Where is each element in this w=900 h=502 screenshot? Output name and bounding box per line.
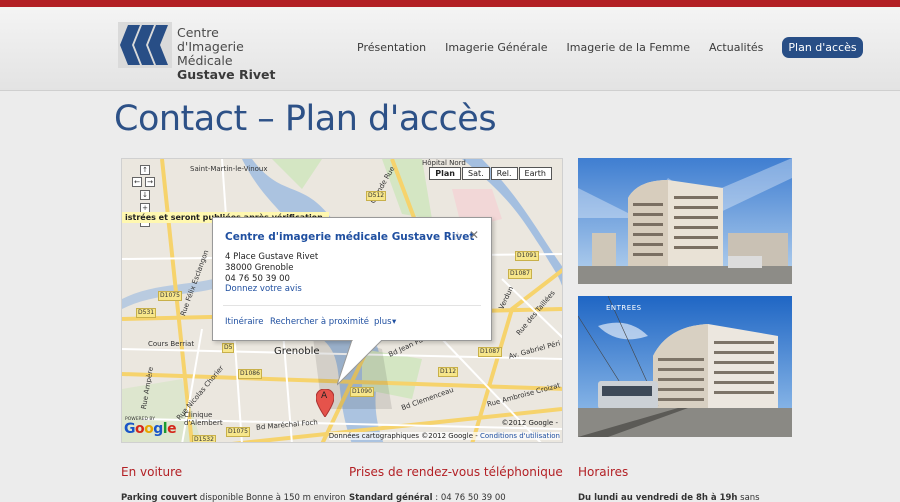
info-divider xyxy=(223,305,481,306)
nav-item-plan-acces[interactable]: Plan d'accès xyxy=(782,37,863,58)
section-title-car: En voiture xyxy=(121,465,183,479)
ccc-logo-icon xyxy=(118,22,172,68)
map-label-cours-berriat: Cours Berriat xyxy=(148,340,195,348)
google-logo[interactable]: Google xyxy=(124,421,177,437)
data-credit-text: Données cartographiques ©2012 Google - xyxy=(328,432,478,440)
road-tag: D112 xyxy=(438,367,459,377)
top-accent-bar xyxy=(0,0,900,7)
section-title-phone: Prises de rendez-vous téléphonique xyxy=(349,465,563,479)
logo-line-imagerie: d'Imagerie Médicale xyxy=(177,39,244,68)
pan-down-icon[interactable]: ↓ xyxy=(140,190,150,200)
map-label-saint-martin: Saint-Martin-le-Vinoux xyxy=(190,165,268,173)
section-text-phone: Standard général : 04 76 50 39 00 xyxy=(349,492,574,502)
building-image-1 xyxy=(578,158,792,284)
phone-text: : 04 76 50 39 00 xyxy=(432,493,506,502)
map-type-earth[interactable]: Earth xyxy=(518,167,552,180)
pan-up-icon[interactable]: ↑ xyxy=(140,165,150,175)
photo-caption-entrees: ENTREES xyxy=(606,304,642,312)
road-tag: D1075 xyxy=(226,427,250,437)
section-text-hours: Du lundi au vendredi de 8h à 19h sans xyxy=(578,492,792,502)
road-tag: D1087 xyxy=(478,347,502,357)
info-address-line2: 38000 Grenoble xyxy=(225,263,294,273)
road-tag: D1091 xyxy=(515,251,539,261)
site-logo[interactable]: Centre d'Imagerie Médicale Gustave Rivet xyxy=(118,22,303,82)
directions-link[interactable]: Itinéraire xyxy=(225,317,263,327)
map-type-control: Plan Sat. Rel. Earth xyxy=(428,167,552,180)
logo-text: Centre d'Imagerie Médicale Gustave Rivet xyxy=(177,26,303,82)
page-title: Contact – Plan d'accès xyxy=(114,99,497,139)
info-column-phone: Prises de rendez-vous téléphonique Stand… xyxy=(349,465,574,502)
pan-left-icon[interactable]: ← xyxy=(132,177,142,187)
pan-right-icon[interactable]: → xyxy=(145,177,155,187)
road-tag: D1532 xyxy=(192,435,216,443)
section-title-hours: Horaires xyxy=(578,465,629,479)
map-info-window: Centre d'imagerie médicale Gustave Rivet… xyxy=(212,217,492,341)
car-bold-text: Parking couvert xyxy=(121,493,198,502)
nav-item-presentation[interactable]: Présentation xyxy=(357,41,426,54)
search-nearby-link[interactable]: Rechercher à proximité xyxy=(270,317,369,327)
road-tag: D1086 xyxy=(238,369,262,379)
info-phone: 04 76 50 39 00 xyxy=(225,274,290,284)
car-text: disponible Bonne à 150 m environ xyxy=(197,493,346,502)
building-photo-1 xyxy=(578,158,792,284)
map-type-rel[interactable]: Rel. xyxy=(490,167,518,180)
terms-link[interactable]: Conditions d'utilisation xyxy=(480,432,560,440)
section-text-car: Parking couvert disponible Bonne à 150 m… xyxy=(121,492,346,502)
road-tag: D1087 xyxy=(508,269,532,279)
map-label-hopital: Hôpital Nord xyxy=(422,159,466,167)
logo-line-name: Gustave Rivet xyxy=(177,67,276,82)
hours-bold-text: Du lundi au vendredi de 8h à 19h xyxy=(578,493,738,502)
map-marker[interactable]: A xyxy=(315,388,335,418)
logo-line-centre: Centre xyxy=(177,25,219,40)
nav-item-imagerie-femme[interactable]: Imagerie de la Femme xyxy=(567,41,691,54)
map-copyright: ©2012 Google - xyxy=(501,419,558,427)
road-tag: D531 xyxy=(136,308,157,318)
map-label-clinique: Clinique d'Alembert xyxy=(184,411,223,427)
site-header: Centre d'Imagerie Médicale Gustave Rivet… xyxy=(0,7,900,91)
nav-item-actualites[interactable]: Actualités xyxy=(709,41,763,54)
main-nav: Présentation Imagerie Générale Imagerie … xyxy=(357,37,863,58)
info-column-hours: Horaires Du lundi au vendredi de 8h à 19… xyxy=(578,465,792,502)
building-image-2 xyxy=(578,296,792,437)
map-type-plan[interactable]: Plan xyxy=(429,167,461,180)
info-column-car: En voiture Parking couvert disponible Bo… xyxy=(121,465,346,502)
marker-label: A xyxy=(321,391,328,401)
info-address-line1: 4 Place Gustave Rivet xyxy=(225,252,319,262)
phone-bold-text: Standard général xyxy=(349,493,433,502)
map-type-sat[interactable]: Sat. xyxy=(461,167,490,180)
nav-item-imagerie-generale[interactable]: Imagerie Générale xyxy=(445,41,547,54)
more-link[interactable]: plus xyxy=(374,317,392,327)
map-data-credit: Données cartographiques ©2012 Google - C… xyxy=(328,432,560,440)
road-tag: D512 xyxy=(366,191,387,201)
chevron-down-icon[interactable]: ▾ xyxy=(392,317,396,327)
hours-text: sans xyxy=(737,493,760,502)
review-link[interactable]: Donnez votre avis xyxy=(225,284,302,294)
road-tag: D1075 xyxy=(158,291,182,301)
close-icon[interactable]: ✕ xyxy=(469,228,479,242)
google-map[interactable]: Saint-Martin-le-Vinoux Hôpital Nord Gren… xyxy=(121,158,563,443)
star-icon[interactable]: ☆ xyxy=(452,229,463,243)
map-label-grenoble: Grenoble xyxy=(274,346,320,357)
info-window-pointer xyxy=(337,340,383,386)
road-tag: D5 xyxy=(222,343,235,353)
info-window-title[interactable]: Centre d'imagerie médicale Gustave Rivet xyxy=(225,231,474,243)
building-photo-2: ENTREES xyxy=(578,296,792,437)
